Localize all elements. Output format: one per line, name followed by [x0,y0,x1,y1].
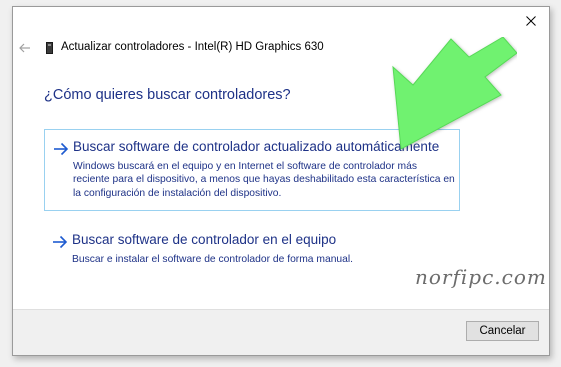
close-icon [526,16,536,26]
update-drivers-dialog: Actualizar controladores - Intel(R) HD G… [12,6,550,356]
back-button[interactable] [16,39,34,57]
option-description: Buscar e instalar el software de control… [72,254,354,265]
dialog-footer: Cancelar [13,309,549,355]
back-arrow-icon [19,43,30,53]
browse-computer-option[interactable]: Buscar software de controlador en el equ… [44,225,460,271]
window-title: Actualizar controladores - Intel(R) HD G… [61,41,324,53]
option-title: Buscar software de controlador en el equ… [72,232,337,247]
arrow-right-icon [54,142,69,156]
green-pointer-arrow-icon [392,37,517,150]
close-button[interactable] [519,11,543,31]
option-description: Windows buscará en el equipo y en Intern… [73,161,455,199]
option-title: Buscar software de controlador actualiza… [73,139,440,154]
cancel-button[interactable]: Cancelar [466,321,539,341]
watermark-text: norfipc.com [415,265,547,289]
page-heading: ¿Cómo quieres buscar controladores? [44,87,291,103]
device-icon [46,42,53,54]
arrow-right-icon [53,235,68,249]
